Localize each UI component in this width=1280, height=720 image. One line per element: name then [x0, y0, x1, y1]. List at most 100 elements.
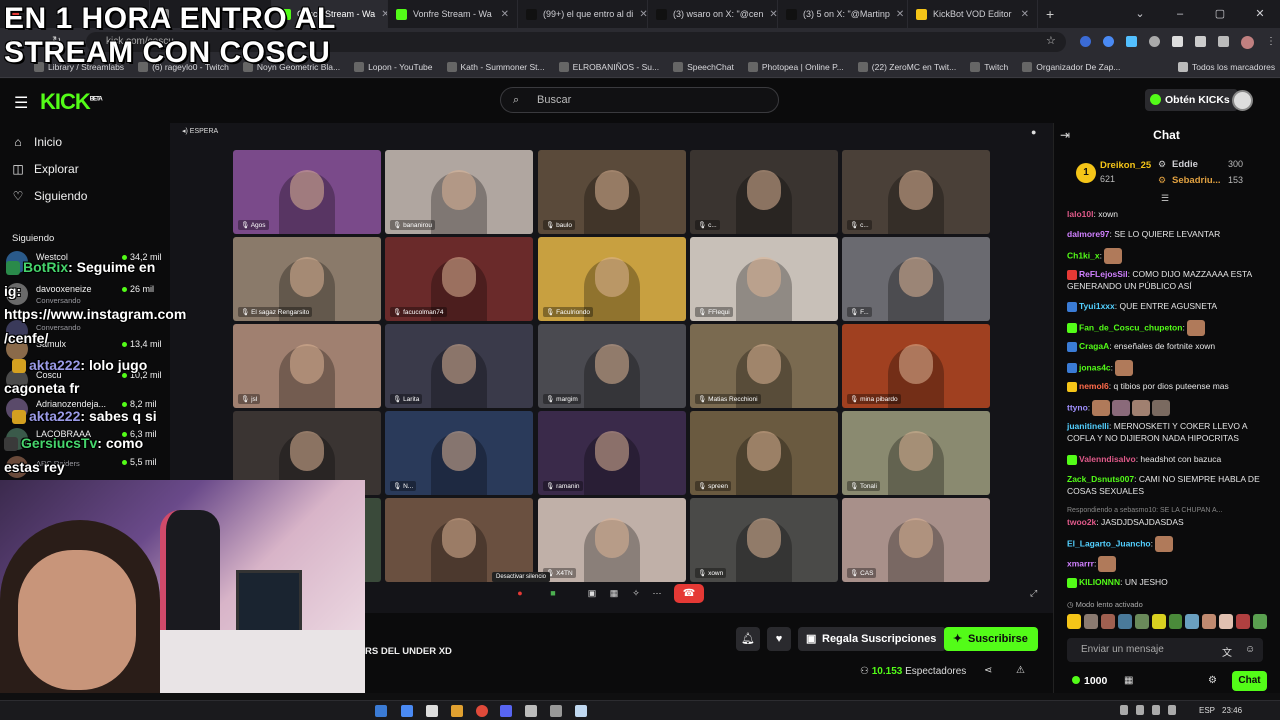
chat-message[interactable]: Ch1ki_x:: [1067, 248, 1263, 264]
close-window-button[interactable]: ✕: [1240, 0, 1280, 28]
tab-search-icon[interactable]: ⌄: [1120, 0, 1160, 28]
maximize-button[interactable]: ▢: [1200, 0, 1240, 28]
participant-tile[interactable]: 🎙︎ c...: [842, 150, 990, 234]
bookmark-item[interactable]: Organizador De Zap...: [1022, 61, 1120, 72]
chat-message[interactable]: ttyno:: [1067, 400, 1263, 416]
chat-username[interactable]: nemol6: [1079, 381, 1109, 391]
fullscreen-icon[interactable]: ⤢: [1030, 588, 1037, 599]
close-tab-icon[interactable]: ✕: [501, 9, 509, 20]
browser-tab[interactable]: (3) wsaro on X: "@cen ✕: [648, 0, 778, 28]
bookmark-item[interactable]: Twitch: [970, 61, 1008, 72]
profile-avatar[interactable]: [1241, 36, 1254, 49]
quick-emote[interactable]: [1117, 614, 1132, 629]
participant-tile[interactable]: 🎙︎ jsl: [233, 324, 381, 408]
expand-leaderboard-icon[interactable]: ☰: [1161, 193, 1169, 204]
leaderboard-user[interactable]: Dreikon_25: [1100, 160, 1151, 171]
bookmark-star-icon[interactable]: ☆: [1046, 34, 1056, 47]
chat-message[interactable]: El_Lagarto_Juancho:: [1067, 536, 1263, 552]
participant-tile[interactable]: 🎙︎ CAS: [842, 498, 990, 582]
effects-icon[interactable]: ✧: [628, 586, 644, 600]
participant-tile[interactable]: [385, 498, 533, 582]
mic-muted-icon[interactable]: ●: [512, 586, 528, 600]
chat-username[interactable]: KILIONNN: [1079, 577, 1120, 587]
chat-username[interactable]: ReFLejosSil: [1079, 269, 1128, 279]
search-input[interactable]: ⌕ Buscar: [500, 87, 779, 113]
following-channel[interactable]: Samulx 13,4 mil: [36, 339, 166, 349]
browser-tab[interactable]: (3) 5 on X: "@Martinp ✕: [778, 0, 908, 28]
chat-username[interactable]: Ch1ki_x: [1067, 250, 1100, 260]
calendar-icon[interactable]: ▦: [1124, 675, 1133, 686]
chat-username[interactable]: xmarrr: [1067, 558, 1094, 568]
chat-username[interactable]: Zack_Dsnuts007: [1067, 474, 1134, 484]
chat-message[interactable]: juanitinelli: MERNOSKETI Y COKER LLEVO A…: [1067, 420, 1263, 444]
volume-icon[interactable]: [1152, 705, 1160, 715]
quick-emote[interactable]: [1185, 614, 1200, 629]
chat-username[interactable]: juanitinelli: [1067, 421, 1109, 431]
taskbar-app-icon[interactable]: [451, 705, 463, 717]
nav-item-inicio[interactable]: ⌂ Inicio: [12, 135, 62, 149]
quick-emote[interactable]: [1134, 614, 1149, 629]
close-tab-icon[interactable]: ✕: [639, 9, 647, 20]
chat-username[interactable]: Fan_de_Coscu_chupeton: [1079, 322, 1182, 332]
quick-emote[interactable]: [1083, 614, 1098, 629]
more-options-icon[interactable]: ⋯: [649, 586, 665, 600]
get-kicks-button[interactable]: Obtén KICKs: [1145, 89, 1238, 111]
leaderboard-user[interactable]: Sebadriu...: [1172, 175, 1221, 186]
chat-username[interactable]: ttyno: [1067, 402, 1088, 412]
nav-item-explorar[interactable]: ◫ Explorar: [12, 162, 78, 176]
chat-username[interactable]: lalo10l: [1067, 209, 1093, 219]
participant-tile[interactable]: 🎙︎ Tonali: [842, 411, 990, 495]
chat-username[interactable]: Valenndisalvo: [1079, 454, 1136, 464]
participant-tile[interactable]: 🎙︎ Larita: [385, 324, 533, 408]
chat-message[interactable]: dalmore97: SE LO QUIERE LEVANTAR: [1067, 228, 1263, 240]
quick-emote[interactable]: [1100, 614, 1115, 629]
translate-icon[interactable]: 文: [1222, 644, 1232, 659]
present-icon[interactable]: ▣: [584, 586, 600, 600]
chat-bubble-icon[interactable]: ●: [1031, 127, 1036, 137]
report-icon[interactable]: ⚠: [1016, 665, 1025, 676]
send-chat-button[interactable]: Chat: [1232, 671, 1267, 691]
chat-message[interactable]: CragaA: enseñales de fortnite xown: [1067, 340, 1263, 352]
new-tab-button[interactable]: +: [1046, 6, 1054, 22]
close-tab-icon[interactable]: ✕: [896, 9, 904, 20]
chat-message[interactable]: lalo10l: xown: [1067, 208, 1263, 220]
following-channel[interactable]: Conversando: [36, 321, 166, 332]
chat-username[interactable]: Tyui1xxx: [1079, 301, 1115, 311]
participant-tile[interactable]: 🎙︎ margim: [538, 324, 686, 408]
language-indicator[interactable]: ESP: [1199, 706, 1215, 715]
share-icon[interactable]: ⋖: [984, 665, 992, 676]
chat-message[interactable]: jonas4c:: [1067, 360, 1263, 376]
taskbar-app-icon[interactable]: [525, 705, 537, 717]
participant-tile[interactable]: 🎙︎ c...: [690, 150, 838, 234]
menu-dots-icon[interactable]: ⋮: [1266, 36, 1276, 47]
browser-tab[interactable]: Vonfre Stream - Wa ✕: [388, 0, 518, 28]
chat-username[interactable]: El_Lagarto_Juancho: [1067, 538, 1151, 548]
bookmark-item[interactable]: SpeechChat: [673, 61, 734, 72]
chat-message[interactable]: Tyui1xxx: QUE ENTRE AGUSNETA: [1067, 300, 1263, 312]
taskbar-app-icon[interactable]: [575, 705, 587, 717]
chat-message[interactable]: KILIONNN: UN JESHO: [1067, 576, 1263, 588]
chat-username[interactable]: jonas4c: [1079, 362, 1111, 372]
extension-icon[interactable]: [1080, 36, 1091, 47]
participant-tile[interactable]: 🎙︎ N...: [385, 411, 533, 495]
quick-emote[interactable]: [1202, 614, 1217, 629]
tray-icon[interactable]: [1136, 705, 1144, 715]
participant-tile[interactable]: 🎙︎ spreen: [690, 411, 838, 495]
quick-emote[interactable]: [1151, 614, 1166, 629]
chat-message[interactable]: Valenndisalvo: headshot con bazuca: [1067, 453, 1263, 465]
puzzle-icon[interactable]: [1195, 36, 1206, 47]
kick-logo[interactable]: KICKBETA: [40, 89, 103, 115]
gift-subs-button[interactable]: ▣ Regala Suscripciones: [798, 627, 947, 651]
quick-emote[interactable]: [1236, 614, 1251, 629]
participant-tile[interactable]: 🎙︎ X4TN: [538, 498, 686, 582]
following-channel[interactable]: davooxeneize 26 mil Conversando: [36, 284, 166, 305]
chat-message-input[interactable]: Enviar un mensaje: [1067, 638, 1263, 662]
participant-tile[interactable]: 🎙︎ F...: [842, 237, 990, 321]
emoji-icon[interactable]: ☺: [1245, 644, 1255, 655]
nav-item-siguiendo[interactable]: ♡ Siguiendo: [12, 189, 88, 203]
grid-layout-icon[interactable]: ▦: [606, 586, 622, 600]
bookmark-item[interactable]: Kath - Summoner St...: [446, 61, 545, 72]
chat-message[interactable]: twoo2k: JASDJDSAJDASDAS: [1067, 516, 1263, 528]
subscribe-button[interactable]: ✦ Suscribirse: [944, 627, 1038, 651]
taskbar-app-icon[interactable]: [375, 705, 387, 717]
